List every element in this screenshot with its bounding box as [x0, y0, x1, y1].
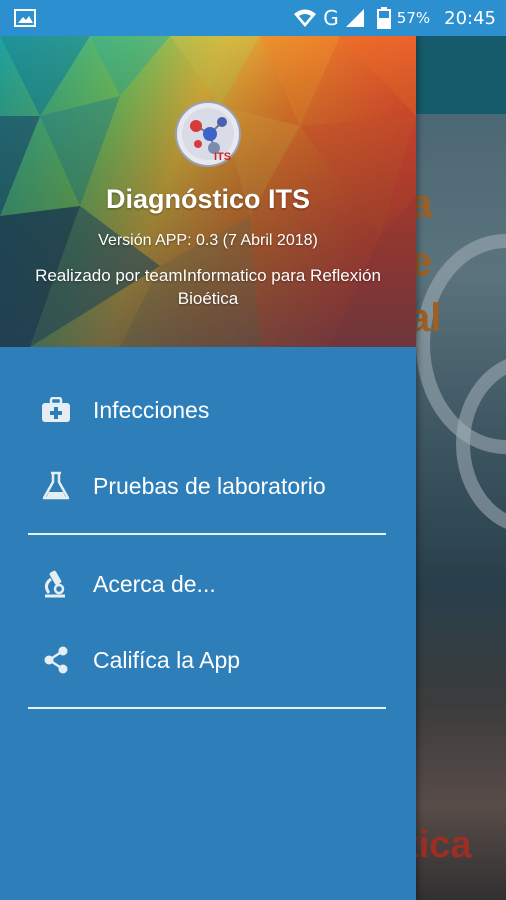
- clock: 20:45: [444, 7, 496, 29]
- network-type: G: [323, 6, 339, 30]
- menu-item-label: Acerca de...: [93, 570, 216, 597]
- battery-percent: 57%: [396, 9, 431, 27]
- navigation-drawer: ITS Diagnóstico ITS Versión APP: 0.3 (7 …: [0, 36, 416, 900]
- app-title: Diagnóstico ITS: [105, 184, 311, 214]
- menu-item-label: Infecciones: [93, 396, 210, 423]
- image-icon: [14, 9, 36, 27]
- menu-item-califica[interactable]: Califíca la App: [0, 627, 416, 693]
- menu-item-pruebas[interactable]: Pruebas de laboratorio: [0, 453, 416, 519]
- menu-item-infecciones[interactable]: Infecciones: [0, 377, 416, 443]
- status-bar: G 57% 20:45: [0, 0, 506, 36]
- microscope-icon: [40, 568, 72, 600]
- medkit-icon: [40, 394, 72, 426]
- svg-text:ITS: ITS: [214, 151, 231, 163]
- flask-icon: [40, 470, 72, 502]
- share-icon: [40, 644, 72, 676]
- drawer-scrim[interactable]: [416, 36, 506, 900]
- signal-icon: [345, 9, 364, 27]
- battery-icon: [376, 7, 391, 29]
- menu-divider: [28, 707, 386, 709]
- drawer-header: ITS Diagnóstico ITS Versión APP: 0.3 (7 …: [0, 36, 416, 347]
- version-text: Versión APP: 0.3 (7 Abril 2018): [98, 232, 318, 249]
- menu-item-acerca[interactable]: Acerca de...: [0, 551, 416, 617]
- menu-item-label: Califíca la App: [93, 646, 241, 673]
- wifi-icon: [294, 9, 317, 27]
- menu-divider: [28, 533, 386, 535]
- credit-text: Realizado por teamInformatico para Refle…: [35, 266, 381, 308]
- menu-item-label: Pruebas de laboratorio: [93, 472, 326, 499]
- app-logo: ITS: [175, 101, 241, 167]
